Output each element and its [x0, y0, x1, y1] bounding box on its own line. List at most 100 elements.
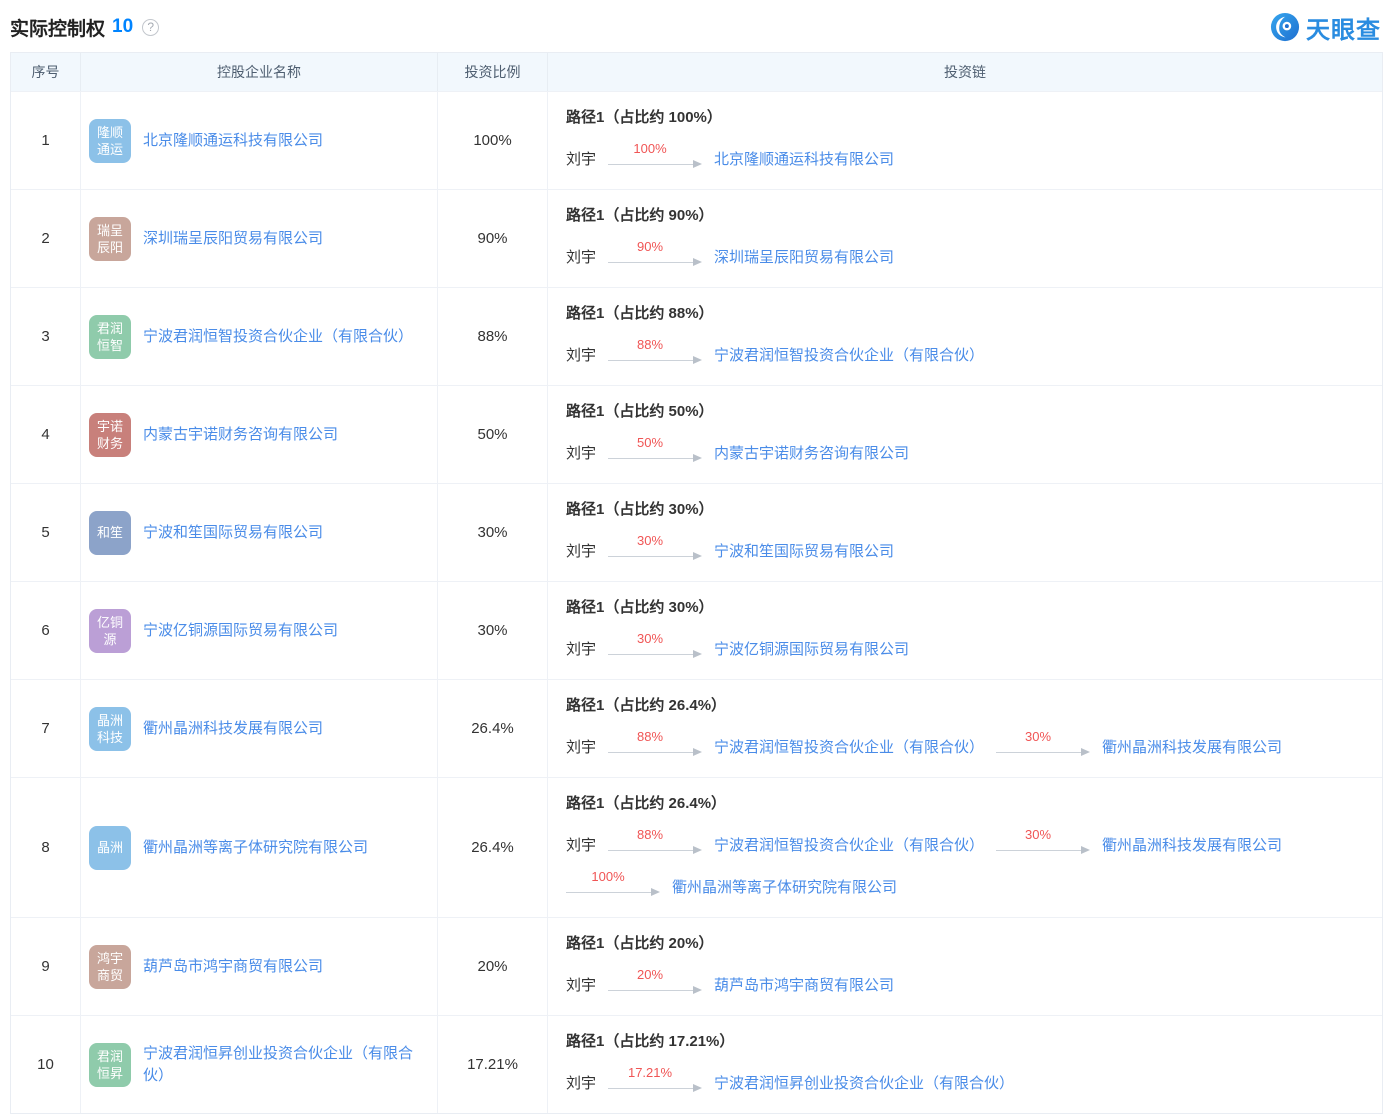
arrow-percent-label: 88% [608, 827, 692, 842]
investment-ratio: 26.4% [438, 778, 548, 917]
company-badge-line: 君润 [97, 320, 123, 337]
company-cell: 瑞呈辰阳 深圳瑞呈辰阳贸易有限公司 [81, 190, 438, 287]
arrow-line [608, 850, 693, 851]
actual-control-table: 序号 控股企业名称 投资比例 投资链 1隆顺通运北京隆顺通运科技有限公司100%… [10, 52, 1383, 1114]
investment-chain-cell: 路径1（占比约 26.4%）刘宇88%宁波君润恒智投资合伙企业（有限合伙）30%… [548, 680, 1382, 777]
chain-arrow-icon: 30% [996, 729, 1090, 763]
investment-chain-cell: 路径1（占比约 30%）刘宇30%宁波亿铜源国际贸易有限公司 [548, 582, 1382, 679]
company-cell: 晶洲 衢州晶洲等离子体研究院有限公司 [81, 778, 438, 917]
chain-company-link[interactable]: 北京隆顺通运科技有限公司 [714, 148, 894, 169]
chain-company-link[interactable]: 内蒙古宇诺财务咨询有限公司 [714, 442, 909, 463]
investment-ratio: 50% [438, 386, 548, 483]
chain-company-link[interactable]: 宁波君润恒智投资合伙企业（有限合伙） [714, 736, 984, 757]
company-badge-line: 晶洲 [97, 712, 123, 729]
chain-person-name: 刘宇 [566, 834, 596, 855]
investment-ratio: 30% [438, 582, 548, 679]
arrow-head [1081, 846, 1090, 854]
chain-person-name: 刘宇 [566, 638, 596, 659]
chain-company-link[interactable]: 衢州晶洲科技发展有限公司 [1102, 834, 1282, 855]
tianyancha-logo-text: 天眼查 [1306, 10, 1381, 45]
investment-chain-cell: 路径1（占比约 20%） 刘宇 20% 葫芦岛市鸿宇商贸有限公司 [548, 918, 1382, 1015]
company-name-link[interactable]: 宁波和笙国际贸易有限公司 [143, 522, 323, 544]
row-index: 8 [11, 778, 81, 917]
arrow-percent-label: 30% [996, 729, 1080, 744]
row-index: 2 [11, 190, 81, 287]
path-title: 路径1（占比约 20%） [566, 932, 714, 953]
chain-company-link[interactable]: 衢州晶洲科技发展有限公司 [1102, 736, 1282, 757]
table-header-row: 序号 控股企业名称 投资比例 投资链 [11, 53, 1382, 91]
chain-arrow-icon: 90% [608, 239, 702, 273]
column-header-index: 序号 [11, 53, 81, 91]
arrow-head [693, 160, 702, 168]
arrow-line [996, 850, 1081, 851]
chain-arrow-icon: 20% [608, 967, 702, 1001]
company-badge-line: 恒智 [97, 337, 123, 354]
investment-chain-line: 刘宇88%宁波君润恒智投资合伙企业（有限合伙） [566, 337, 984, 371]
company-badge-line: 辰阳 [97, 239, 123, 256]
table-row: 4宇诺财务内蒙古宇诺财务咨询有限公司50%路径1（占比约 50%）刘宇50%内蒙… [11, 385, 1382, 483]
company-badge-line: 恒昇 [97, 1065, 123, 1082]
arrow-percent-label: 88% [608, 729, 692, 744]
table-body: 1隆顺通运北京隆顺通运科技有限公司100%路径1（占比约 100%）刘宇100%… [11, 91, 1382, 1113]
chain-person-name: 刘宇 [566, 442, 596, 463]
chain-company-link[interactable]: 宁波君润恒智投资合伙企业（有限合伙） [714, 344, 984, 365]
investment-ratio: 17.21% [438, 1016, 548, 1113]
company-cell: 君润恒智 宁波君润恒智投资合伙企业（有限合伙） [81, 288, 438, 385]
chain-company-link[interactable]: 衢州晶洲等离子体研究院有限公司 [672, 876, 897, 897]
investment-ratio: 26.4% [438, 680, 548, 777]
arrow-head [693, 258, 702, 266]
chain-company-link[interactable]: 葫芦岛市鸿宇商贸有限公司 [714, 974, 894, 995]
arrow-percent-label: 50% [608, 435, 692, 450]
chain-company-link[interactable]: 宁波亿铜源国际贸易有限公司 [714, 638, 909, 659]
chain-arrow-icon: 50% [608, 435, 702, 469]
chain-company-link[interactable]: 宁波和笙国际贸易有限公司 [714, 540, 894, 561]
chain-person-name: 刘宇 [566, 1072, 596, 1093]
row-index: 10 [11, 1016, 81, 1113]
chain-person-name: 刘宇 [566, 974, 596, 995]
company-badge-line: 科技 [97, 729, 123, 746]
column-header-chain: 投资链 [548, 53, 1382, 91]
company-name-link[interactable]: 葫芦岛市鸿宇商贸有限公司 [143, 956, 323, 978]
investment-chain-cell: 路径1（占比约 90%）刘宇90%深圳瑞呈辰阳贸易有限公司 [548, 190, 1382, 287]
arrow-line [608, 360, 693, 361]
company-name-link[interactable]: 宁波君润恒昇创业投资合伙企业（有限合伙） [143, 1043, 427, 1087]
company-cell: 晶洲科技 衢州晶洲科技发展有限公司 [81, 680, 438, 777]
table-row: 8晶洲衢州晶洲等离子体研究院有限公司26.4%路径1（占比约 26.4%）刘宇8… [11, 777, 1382, 917]
chain-company-link[interactable]: 宁波君润恒昇创业投资合伙企业（有限合伙） [714, 1072, 1014, 1093]
investment-ratio: 88% [438, 288, 548, 385]
arrow-line [608, 654, 693, 655]
company-badge-line: 鸿宇 [97, 950, 123, 967]
chain-company-link[interactable]: 深圳瑞呈辰阳贸易有限公司 [714, 246, 894, 267]
company-cell: 隆顺通运北京隆顺通运科技有限公司 [81, 92, 438, 189]
investment-ratio: 20% [438, 918, 548, 1015]
chain-company-link[interactable]: 宁波君润恒智投资合伙企业（有限合伙） [714, 834, 984, 855]
arrow-percent-label: 30% [608, 533, 692, 548]
company-badge-line: 君润 [97, 1048, 123, 1065]
column-header-ratio: 投资比例 [438, 53, 548, 91]
path-title: 路径1（占比约 50%） [566, 400, 714, 421]
arrow-line [608, 164, 693, 165]
chain-arrow-icon: 100% [566, 869, 660, 903]
tianyancha-logo[interactable]: 天眼查 [1270, 10, 1381, 45]
path-title: 路径1（占比约 26.4%） [566, 792, 726, 813]
company-cell: 鸿宇商贸葫芦岛市鸿宇商贸有限公司 [81, 918, 438, 1015]
company-badge-line: 晶洲 [97, 839, 123, 856]
path-title: 路径1（占比约 17.21%） [566, 1030, 734, 1051]
arrow-head [693, 1084, 702, 1092]
company-name-link[interactable]: 衢州晶洲科技发展有限公司 [143, 718, 323, 740]
arrow-head [651, 888, 660, 896]
company-name-link[interactable]: 内蒙古宇诺财务咨询有限公司 [143, 424, 338, 446]
company-badge-line: 瑞呈 [97, 222, 123, 239]
company-name-link[interactable]: 宁波亿铜源国际贸易有限公司 [143, 620, 338, 642]
company-name-link[interactable]: 宁波君润恒智投资合伙企业（有限合伙） [143, 326, 413, 348]
company-name-link[interactable]: 深圳瑞呈辰阳贸易有限公司 [143, 228, 323, 250]
help-icon[interactable]: ? [142, 19, 159, 36]
company-name-link[interactable]: 北京隆顺通运科技有限公司 [143, 130, 323, 152]
arrow-percent-label: 30% [608, 631, 692, 646]
chain-person-name: 刘宇 [566, 736, 596, 757]
row-index: 3 [11, 288, 81, 385]
table-row: 3君润恒智宁波君润恒智投资合伙企业（有限合伙）88%路径1（占比约 88%）刘宇… [11, 287, 1382, 385]
table-row: 5和笙宁波和笙国际贸易有限公司30%路径1（占比约 30%）刘宇30%宁波和笙国… [11, 483, 1382, 581]
arrow-percent-label: 30% [996, 827, 1080, 842]
company-name-link[interactable]: 衢州晶洲等离子体研究院有限公司 [143, 837, 368, 859]
